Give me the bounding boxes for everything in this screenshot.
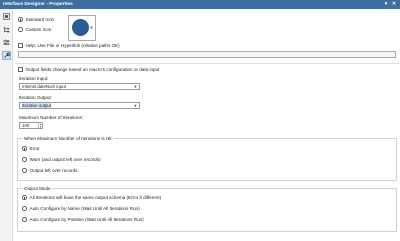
chevron-down-icon[interactable]: ▼ [134, 84, 138, 90]
help-label: Help: Use File or Hyperlink (relative pa… [25, 43, 120, 48]
when-max-option-output[interactable]: Output left over records [22, 168, 78, 173]
iteration-output-label: Iteration Output: [19, 95, 52, 100]
same-schema-radio[interactable] [22, 195, 27, 200]
window-title: Interface Designer - Properties [3, 2, 73, 7]
properties-panel: Standard Icon Custom Icon ▼ Help: Use Fi… [14, 9, 400, 241]
pin-icon[interactable]: ▾ [383, 1, 389, 7]
chevron-down-icon[interactable]: ▼ [90, 25, 94, 30]
designer-toolstrip [0, 9, 13, 241]
output-mode-option-by-name[interactable]: Auto Configure by Name (Wait Until All I… [22, 206, 140, 211]
output-mode-option-label: Auto Configure by Position (Wait Until A… [29, 217, 144, 222]
when-max-option-warn[interactable]: Warn (and output left over records) [22, 157, 101, 162]
output-fields-checkbox[interactable] [18, 67, 23, 72]
iteration-input-select[interactable]: mhimst dateNum input ▼ [19, 83, 140, 90]
macro-icon-preview [72, 19, 89, 36]
standard-icon-radio[interactable] [18, 17, 23, 22]
help-checkbox[interactable] [18, 43, 23, 48]
warn-radio[interactable] [22, 157, 27, 162]
custom-icon-option[interactable]: Custom Icon [18, 27, 51, 32]
window-controls: ▾ ✕ [383, 1, 397, 7]
by-name-radio[interactable] [22, 206, 27, 211]
tree-tool-icon[interactable] [2, 25, 11, 34]
output-mode-option-same-schema[interactable]: All Iterations will have the same output… [22, 195, 161, 200]
max-iterations-stepper[interactable]: 100 ▲ ▼ [19, 122, 43, 129]
standard-icon-label: Standard Icon [25, 17, 55, 22]
output-mode-option-by-position[interactable]: Auto Configure by Position (Wait Until A… [22, 217, 144, 222]
error-radio[interactable] [22, 146, 27, 151]
iteration-input-label: Iteration Input: [19, 76, 49, 81]
properties-wrench-icon[interactable] [2, 51, 11, 60]
icon-picker[interactable]: ▼ [68, 15, 96, 41]
output-mode-option-label: Auto Configure by Name (Wait Until All I… [29, 206, 140, 211]
close-icon[interactable]: ✕ [391, 1, 397, 7]
by-position-radio[interactable] [22, 217, 27, 222]
output-mode-group: Output Mode All Iterations will have the… [17, 186, 397, 232]
output-fields-option[interactable]: Output fields change based on macro's co… [18, 67, 159, 72]
when-max-option-error[interactable]: Error [22, 146, 40, 151]
select-tool-icon[interactable] [2, 12, 11, 21]
max-iterations-value: 100 [22, 123, 30, 128]
output-mode-option-label: All Iterations will have the same output… [29, 195, 162, 200]
when-max-option-label: Error [29, 146, 40, 151]
max-iterations-label: Maximum Number of Iterations: [19, 115, 84, 120]
window-title-bar: Interface Designer - Properties ▾ ✕ [0, 0, 400, 9]
iteration-output-select[interactable]: Iterative output ▼ [19, 102, 140, 109]
help-input[interactable] [18, 51, 396, 58]
when-max-title: When Maximum Number of Iterations is Hit [23, 136, 113, 141]
divider [15, 63, 399, 64]
when-max-option-label: Output left over records [29, 168, 78, 173]
iteration-input-value: mhimst dateNum input [22, 84, 66, 89]
standard-icon-option[interactable]: Standard Icon [18, 17, 54, 22]
output-fields-label: Output fields change based on macro's co… [25, 67, 160, 72]
help-option[interactable]: Help: Use File or Hyperlink (relative pa… [18, 43, 120, 48]
when-max-group: When Maximum Number of Iterations is Hit… [17, 136, 397, 181]
iteration-output-value: Iterative output [22, 103, 52, 108]
output-left-radio[interactable] [22, 168, 27, 173]
toggle-tool-icon[interactable] [2, 38, 11, 47]
custom-icon-label: Custom Icon [25, 27, 52, 32]
custom-icon-radio[interactable] [18, 27, 23, 32]
spin-arrows-icon[interactable]: ▲ ▼ [38, 123, 42, 129]
when-max-option-label: Warn (and output left over records) [29, 157, 101, 162]
output-mode-title: Output Mode [23, 186, 52, 191]
chevron-down-icon[interactable]: ▼ [134, 103, 138, 109]
